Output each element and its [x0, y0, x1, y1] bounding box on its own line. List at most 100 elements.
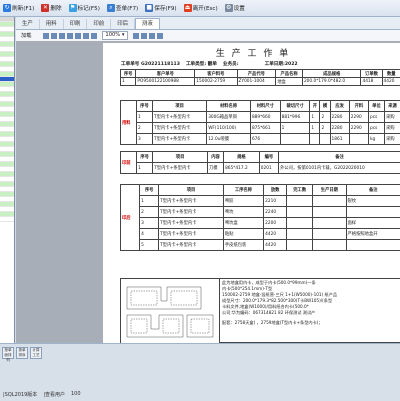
- load-button[interactable]: 加载: [21, 32, 31, 39]
- col-header: 放数: [264, 185, 287, 196]
- save-button[interactable]: ■ 保存(F9): [145, 2, 176, 14]
- delete-button[interactable]: ✕ 删除: [41, 2, 61, 14]
- prev-page-icon[interactable]: [67, 33, 73, 39]
- cell: [287, 207, 313, 218]
- record-list-pane[interactable]: [0, 17, 15, 343]
- cell: 3: [136, 134, 152, 145]
- col-header: 单位: [368, 101, 384, 112]
- col-header: 应发: [330, 101, 349, 112]
- cell: [346, 240, 400, 251]
- page-setup-icon[interactable]: [149, 33, 155, 39]
- flag-label: 标记(F5): [78, 4, 100, 12]
- cell: 1: [310, 112, 320, 123]
- cell: 2290: [349, 112, 368, 123]
- col-header: 完工数: [287, 185, 313, 196]
- table-row: 3T型内卡+条型内卡啤坑盒2200面样: [121, 218, 400, 229]
- sort-by-sheet-button[interactable]: 按单面排列: [2, 347, 14, 359]
- col-header: 订单数: [361, 70, 382, 78]
- refresh-button[interactable]: ↻ 刷新(F1): [3, 2, 34, 14]
- tab-postpress[interactable]: 印后: [111, 19, 135, 29]
- status-bar: 按单面排列 按单排序 计算工艺 |SQL2019版本 |查看用户 100: [0, 343, 400, 401]
- col-header: 备注: [346, 185, 400, 196]
- search-button[interactable]: ⌕ 查单(F7): [107, 2, 138, 14]
- save-label: 保存(F9): [154, 4, 176, 12]
- table-row: 2T型内卡+条型内卡WF(110/100)875*66111222802290p…: [121, 123, 400, 134]
- tab-test[interactable]: 测液: [135, 18, 160, 29]
- cell: 地盒: [276, 78, 303, 86]
- cell: 12.0u哑膜: [207, 134, 251, 145]
- export-icon[interactable]: [51, 33, 57, 39]
- exit-label: 离开(Esc): [193, 4, 218, 12]
- cell: 200.0*179.0*482.0: [302, 78, 361, 86]
- col-header: 模: [320, 101, 330, 112]
- table-row: 5T型内卡+条型内卡手皮纸包装4420: [121, 240, 400, 251]
- order-no: G20221118113: [141, 62, 180, 67]
- cell: [313, 218, 346, 229]
- cell: 面样: [346, 218, 400, 229]
- cell: ZY001-1004: [237, 78, 276, 86]
- settings-button[interactable]: ⚙ 设置: [225, 2, 245, 14]
- first-page-icon[interactable]: [59, 33, 65, 39]
- cell: 1861: [330, 134, 349, 145]
- last-page-icon[interactable]: [83, 33, 89, 39]
- cell: kg: [368, 134, 384, 145]
- col-header: 产品代号: [237, 70, 276, 78]
- cell: PO9500122100988: [136, 78, 195, 86]
- cell: T型内卡+条型内卡: [159, 240, 224, 251]
- tab-printing[interactable]: 印刷: [64, 19, 88, 29]
- find-icon[interactable]: [91, 33, 97, 39]
- cell: WF(110/100): [207, 123, 251, 134]
- exit-button[interactable]: ⏏ 离开(Esc): [184, 2, 218, 14]
- table-row: 1T型内卡+条型内卡300G箱品单铜889*660881*99612228022…: [121, 112, 400, 123]
- cell: 4420: [264, 229, 287, 240]
- cell: 刀模: [207, 163, 223, 174]
- cell: 3: [140, 218, 159, 229]
- print-preview-area[interactable]: 生 产 工 作 单 工单单号 G20221118113 工单类型: 翻单 业务员…: [16, 41, 400, 343]
- order-no-label: 工单单号: [121, 62, 139, 67]
- col-header: 材料名称: [207, 101, 251, 112]
- sort-by-order-button[interactable]: 按单排序: [16, 347, 28, 359]
- flag-button[interactable]: ⚑ 标记(F5): [69, 2, 100, 14]
- zoom-out-icon[interactable]: [141, 33, 147, 39]
- exit-icon: ⏏: [184, 4, 192, 12]
- order-date: 2022: [285, 62, 298, 67]
- cell: 啤胶: [223, 196, 263, 207]
- cell: 676: [250, 134, 280, 145]
- zoom-select[interactable]: 100% ▾: [102, 31, 127, 40]
- next-page-icon[interactable]: [75, 33, 81, 39]
- cell: [287, 196, 313, 207]
- chevron-down-icon: ▾: [122, 32, 125, 39]
- cell: 875*661: [250, 123, 280, 134]
- record-count: 100: [71, 391, 81, 398]
- col-header: 产品名称: [276, 70, 303, 78]
- tab-materials[interactable]: 用料: [40, 19, 64, 29]
- section-label-materials: 用料: [121, 101, 137, 145]
- delete-icon: ✕: [41, 4, 49, 12]
- tab-production[interactable]: 生产: [16, 19, 40, 29]
- col-header: 客户单号: [136, 70, 195, 78]
- cell: [313, 196, 346, 207]
- tab-prepress[interactable]: 印前: [87, 19, 111, 29]
- cell: 严格按照地盒开: [346, 229, 400, 240]
- col-header: 客户料号: [195, 70, 237, 78]
- col-header: 材料尺寸: [250, 101, 280, 112]
- print-icon[interactable]: [43, 33, 49, 39]
- cell: 1: [121, 78, 136, 86]
- col-header: 序号: [121, 70, 136, 78]
- cell: 4420: [264, 240, 287, 251]
- close-preview-icon[interactable]: [157, 33, 163, 39]
- cell: 2210: [264, 196, 287, 207]
- cell: 1: [140, 196, 159, 207]
- gear-icon: ⚙: [225, 4, 233, 12]
- cell: 采购: [384, 112, 400, 123]
- materials-table: 用料 序号 项目 材料名称 材料尺寸 裁切尺寸 开 模 应发 开料 单位 来源 …: [120, 100, 400, 145]
- cell: [346, 207, 400, 218]
- col-header: 项目: [152, 101, 206, 112]
- cell: 2290: [349, 123, 368, 134]
- cell: 2280: [330, 123, 349, 134]
- list-item[interactable]: [0, 217, 14, 222]
- zoom-in-icon[interactable]: [133, 33, 139, 39]
- cell: 5: [140, 240, 159, 251]
- cell: [313, 207, 346, 218]
- calc-process-button[interactable]: 计算工艺: [30, 347, 42, 359]
